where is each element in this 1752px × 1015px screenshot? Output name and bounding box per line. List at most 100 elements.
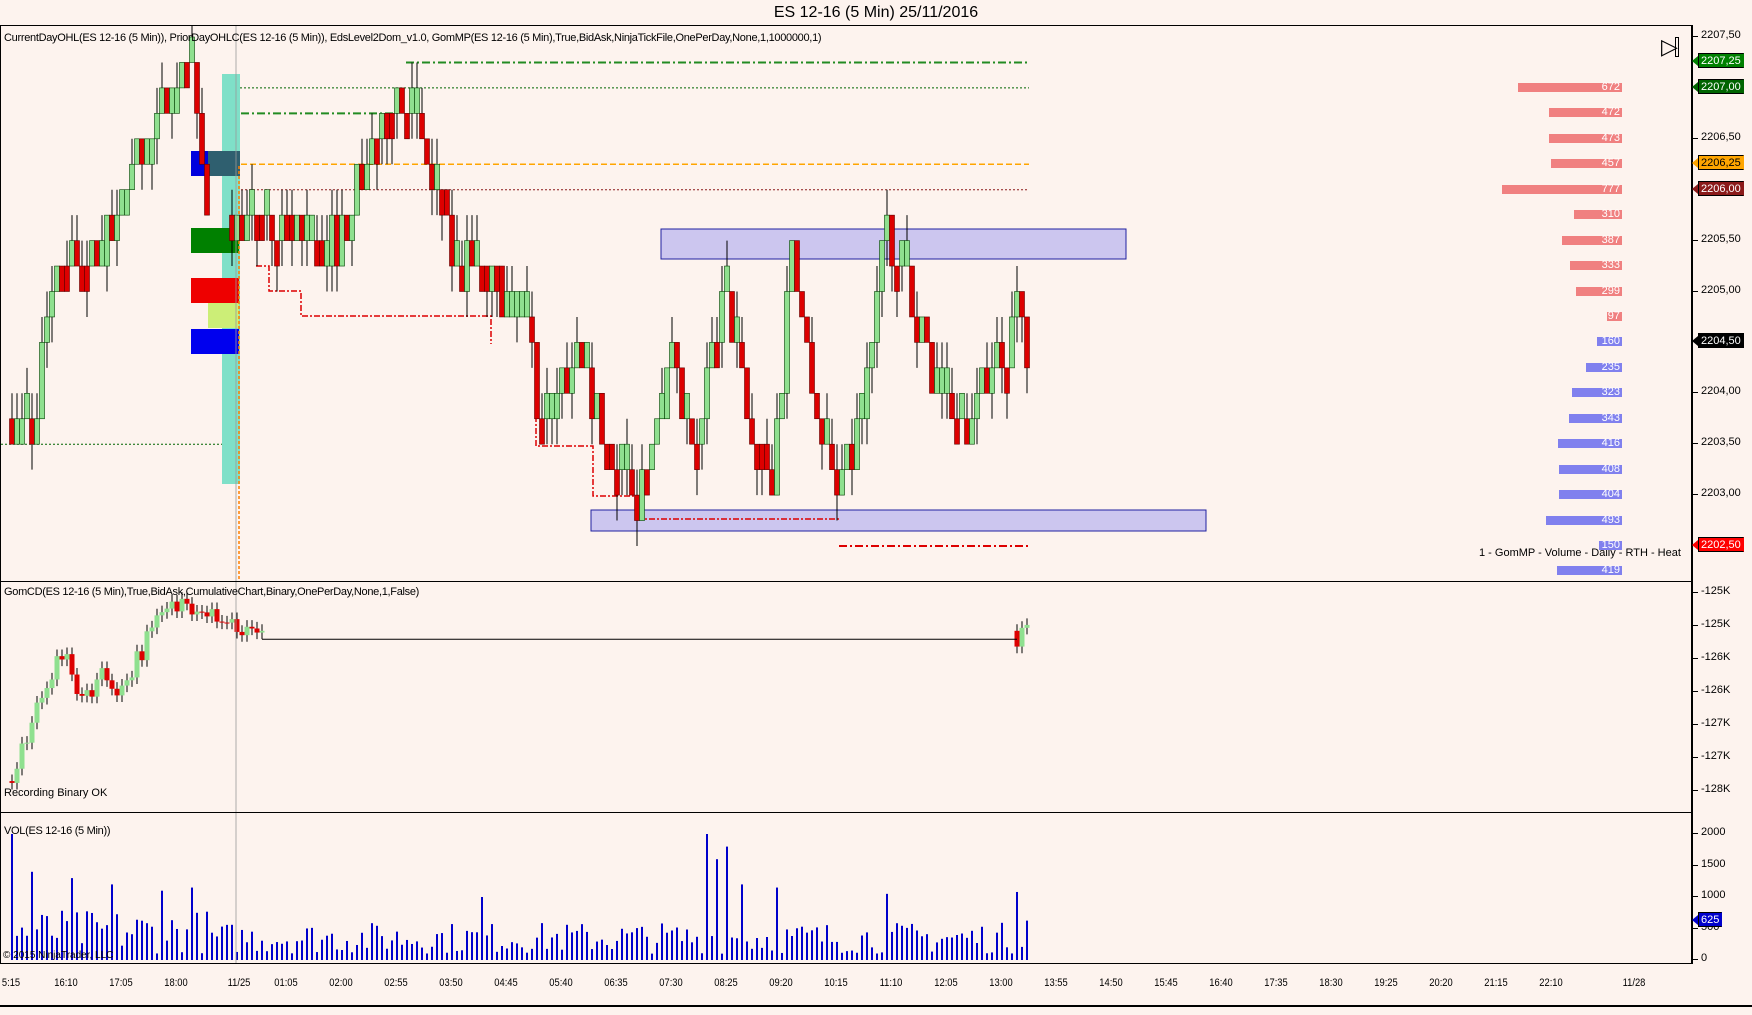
candle-body xyxy=(14,418,20,445)
candle-body xyxy=(374,138,380,165)
dom-ask-bar: 777 xyxy=(1501,183,1622,194)
candle-body xyxy=(269,214,275,241)
vol-tick-label: 1000 xyxy=(1701,889,1726,901)
candle-body xyxy=(979,367,985,394)
candle-body xyxy=(579,342,585,369)
price-axis[interactable]: 2207,50 2206,50 2205,50 2205,00 2204,00 2203,… xyxy=(1692,25,1752,582)
candle-body xyxy=(119,189,125,216)
vol-tick xyxy=(1693,864,1698,866)
profile-label: 1 - GomMP - Volume - Daily - RTH - Heat xyxy=(1479,547,1681,559)
candle-body xyxy=(749,418,755,445)
dom-bid-bar: 408 xyxy=(1558,463,1622,474)
candle-body xyxy=(439,189,445,216)
candle-body xyxy=(699,418,705,445)
price-tick xyxy=(1693,137,1698,139)
price-tick-label: 2204,00 xyxy=(1701,385,1741,398)
candle-body xyxy=(869,342,875,369)
candle-body xyxy=(589,367,595,420)
cd-body xyxy=(149,627,155,632)
cd-body xyxy=(19,743,25,769)
candle-body xyxy=(384,113,390,140)
price-tag: 2206,25 xyxy=(1692,155,1744,171)
candle-body xyxy=(434,163,440,191)
volume-panel[interactable]: VOL(ES 12-16 (5 Min)) © 2015 NinjaTrader… xyxy=(0,812,1692,964)
candle-body xyxy=(684,392,690,420)
candle-body xyxy=(1024,316,1030,369)
candle-body xyxy=(299,214,305,241)
candle-body xyxy=(654,418,660,445)
play-to-end-icon[interactable]: ▷ xyxy=(1661,36,1679,58)
cd-body xyxy=(224,622,230,624)
cd-body xyxy=(49,679,55,689)
candle-body xyxy=(409,87,415,114)
time-label: 17:05 xyxy=(109,977,133,989)
candle-body xyxy=(759,443,765,470)
candle-body xyxy=(159,87,165,114)
candle-body xyxy=(264,189,270,216)
candle-body xyxy=(289,214,295,241)
profile-box xyxy=(208,303,239,328)
cd-tick xyxy=(1693,790,1698,791)
time-axis[interactable]: 5:15 16:10 17:05 18:00 11/25 01:05 02:00 02:55 0… xyxy=(0,963,1752,1007)
cd-body xyxy=(199,611,205,613)
candle-body xyxy=(649,443,655,470)
candle-body xyxy=(529,316,535,343)
candle-body xyxy=(999,342,1005,369)
candle-body xyxy=(959,392,965,420)
candle-body xyxy=(99,240,105,267)
candle-body xyxy=(194,62,200,114)
price-tick xyxy=(1693,239,1698,241)
candle-body xyxy=(294,214,300,241)
candle-body xyxy=(619,443,625,470)
time-label: 19:25 xyxy=(1374,977,1398,989)
candle-body xyxy=(954,418,960,445)
price-tag: 2206,00 xyxy=(1692,180,1744,196)
candle-body xyxy=(809,342,815,394)
candle-body xyxy=(934,367,940,394)
candle-body xyxy=(314,240,320,267)
price-tag: 2207,25 xyxy=(1692,53,1744,69)
candle-body xyxy=(554,392,560,420)
dom-ask-bar: 472 xyxy=(1548,107,1622,118)
cd-tick xyxy=(1693,625,1698,626)
candle-body xyxy=(239,214,245,241)
cd-body xyxy=(24,742,30,744)
candle-body xyxy=(249,189,255,216)
candle-body xyxy=(244,214,250,241)
candle-body xyxy=(689,418,695,445)
candle-body xyxy=(394,87,400,114)
cd-body xyxy=(254,628,260,633)
chart-title: ES 12-16 (5 Min) 25/11/2016 xyxy=(0,0,1752,25)
cd-body xyxy=(84,690,90,696)
cd-body xyxy=(1019,627,1025,647)
candle-body xyxy=(974,392,980,420)
candle-body xyxy=(949,392,955,420)
volume-axis[interactable]: 2000150010005000625 xyxy=(1691,812,1752,964)
vol-tick-label: 1500 xyxy=(1701,857,1726,870)
dom-ask-bar: 310 xyxy=(1573,209,1622,220)
price-panel[interactable]: CurrentDayOHL(ES 12-16 (5 Min)), PriorDa… xyxy=(0,25,1692,582)
cd-body xyxy=(34,702,40,723)
candle-body xyxy=(359,163,365,191)
candle-body xyxy=(379,113,385,140)
candle-body xyxy=(274,240,280,267)
candle-body xyxy=(839,469,845,496)
time-label: 20:20 xyxy=(1429,977,1453,989)
candle-body xyxy=(719,291,725,343)
cd-axis[interactable]: -125K -125K -126K -126K -127K -127K -128K xyxy=(1692,581,1752,813)
candle-body xyxy=(94,240,100,267)
candle-body xyxy=(914,316,920,343)
cd-body xyxy=(249,626,255,629)
candle-body xyxy=(544,392,550,420)
price-chart[interactable] xyxy=(1,26,1692,582)
candle-body xyxy=(44,316,50,343)
candle-body xyxy=(404,113,410,140)
candle-body xyxy=(909,265,915,318)
candle-body xyxy=(924,316,930,343)
price-tick-label: 2206,50 xyxy=(1701,130,1741,143)
candle-body xyxy=(1009,316,1015,369)
candle-body xyxy=(864,367,870,420)
candle-body xyxy=(534,342,540,420)
price-tick xyxy=(1693,443,1698,445)
cumulative-delta-panel[interactable]: GomCD(ES 12-16 (5 Min),True,BidAsk,Cumul… xyxy=(0,581,1692,813)
